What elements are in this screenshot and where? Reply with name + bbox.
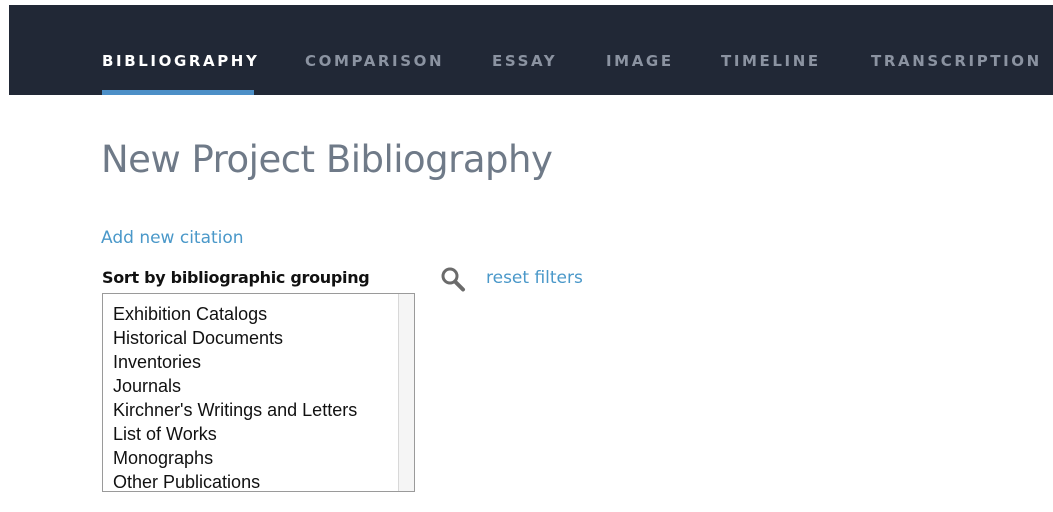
tab-comparison[interactable]: COMPARISON: [305, 52, 444, 70]
list-item[interactable]: List of Works: [113, 422, 414, 446]
tab-transcription[interactable]: TRANSCRIPTION: [871, 52, 1042, 70]
reset-filters-link[interactable]: reset filters: [486, 268, 583, 288]
list-item[interactable]: Exhibition Catalogs: [113, 302, 414, 326]
tab-timeline[interactable]: TIMELINE: [721, 52, 821, 70]
top-navigation-bar: [9, 5, 1053, 95]
tab-image[interactable]: IMAGE: [606, 52, 674, 70]
list-item[interactable]: Other Publications: [113, 470, 414, 491]
listbox-scrollbar[interactable]: [398, 294, 414, 491]
list-item[interactable]: Journals: [113, 374, 414, 398]
tab-bibliography[interactable]: BIBLIOGRAPHY: [102, 52, 259, 70]
list-item[interactable]: Monographs: [113, 446, 414, 470]
list-item[interactable]: Inventories: [113, 350, 414, 374]
list-item[interactable]: Historical Documents: [113, 326, 414, 350]
sort-grouping-label: Sort by bibliographic grouping: [102, 268, 370, 287]
page-title: New Project Bibliography: [101, 138, 553, 181]
active-tab-indicator: [102, 90, 254, 95]
tab-essay[interactable]: ESSAY: [492, 52, 557, 70]
bibliographic-grouping-listbox[interactable]: Exhibition Catalogs Historical Documents…: [102, 293, 415, 492]
list-item[interactable]: Kirchner's Writings and Letters: [113, 398, 414, 422]
search-icon[interactable]: [439, 266, 467, 292]
add-new-citation-link[interactable]: Add new citation: [101, 228, 244, 248]
